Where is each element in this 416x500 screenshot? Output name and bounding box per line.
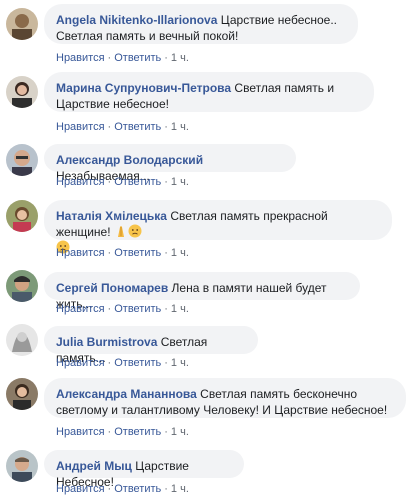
avatar[interactable]	[6, 378, 38, 410]
avatar[interactable]	[6, 450, 38, 482]
reply-button[interactable]: Ответить	[114, 247, 161, 259]
comment-time[interactable]: 1 ч.	[171, 121, 189, 133]
comment-author[interactable]: Сергей Пономарев	[56, 281, 168, 295]
comment-author[interactable]: Марина Супрунович-Петрова	[56, 81, 231, 95]
reply-button[interactable]: Ответить	[114, 303, 161, 315]
comment-author[interactable]: Наталія Хмілецька	[56, 209, 167, 223]
comment-bubble: Андрей Мыц Царствие Небесное!	[44, 450, 244, 489]
like-button[interactable]: Нравится	[56, 176, 105, 188]
comment-actions: Нравится · Ответить · 1 ч.	[56, 303, 189, 315]
reply-button[interactable]: Ответить	[114, 483, 161, 495]
comment-author[interactable]: Андрей Мыц	[56, 459, 132, 473]
like-button[interactable]: Нравится	[56, 247, 105, 259]
comment-actions: Нравится · Ответить · 1 ч.	[56, 247, 189, 259]
comment-actions: Нравится · Ответить · 1 ч.	[56, 357, 189, 369]
comment-bubble: Александр Володарский Незабываемая...	[44, 144, 296, 183]
comment-author[interactable]: Александр Володарский	[56, 153, 203, 167]
comment-time[interactable]: 1 ч.	[171, 303, 189, 315]
comment-author[interactable]: Julia Burmistrova	[56, 335, 157, 349]
comment-actions: Нравится · Ответить · 1 ч.	[56, 121, 189, 133]
like-button[interactable]: Нравится	[56, 357, 105, 369]
reply-button[interactable]: Ответить	[114, 426, 161, 438]
comment-time[interactable]: 1 ч.	[171, 176, 189, 188]
avatar[interactable]	[6, 8, 38, 40]
comment-bubble: Наталія Хмілецька Светлая память прекрас…	[44, 200, 392, 254]
avatar[interactable]	[6, 200, 38, 232]
comment-actions: Нравится · Ответить · 1 ч.	[56, 426, 189, 438]
sad-face-icon	[128, 224, 142, 238]
like-button[interactable]: Нравится	[56, 303, 105, 315]
reply-button[interactable]: Ответить	[114, 176, 161, 188]
avatar[interactable]	[6, 324, 38, 356]
like-button[interactable]: Нравится	[56, 426, 105, 438]
comment-time[interactable]: 1 ч.	[171, 357, 189, 369]
reply-button[interactable]: Ответить	[114, 52, 161, 64]
comment-time[interactable]: 1 ч.	[171, 483, 189, 495]
comment-actions: Нравится · Ответить · 1 ч.	[56, 483, 189, 495]
comment-time[interactable]: 1 ч.	[171, 52, 189, 64]
like-button[interactable]: Нравится	[56, 121, 105, 133]
avatar[interactable]	[6, 270, 38, 302]
comment-bubble: Julia Burmistrova Светлая память...	[44, 326, 258, 365]
reply-button[interactable]: Ответить	[114, 357, 161, 369]
like-button[interactable]: Нравится	[56, 483, 105, 495]
comment-bubble: Angela Nikitenko-Illarionova Царствие не…	[44, 4, 358, 44]
comment-actions: Нравится · Ответить · 1 ч.	[56, 52, 189, 64]
avatar[interactable]	[6, 76, 38, 108]
comment-actions: Нравится · Ответить · 1 ч.	[56, 176, 189, 188]
folded-hands-icon	[117, 226, 124, 237]
comment-time[interactable]: 1 ч.	[171, 247, 189, 259]
comment-bubble: Александра Мананнова Светлая память беск…	[44, 378, 406, 418]
comment-author[interactable]: Александра Мананнова	[56, 387, 197, 401]
comment-bubble: Сергей Пономарев Лена в памяти нашей буд…	[44, 272, 360, 311]
comment-time[interactable]: 1 ч.	[171, 426, 189, 438]
reply-button[interactable]: Ответить	[114, 121, 161, 133]
comment-bubble: Марина Супрунович-Петрова Светлая память…	[44, 72, 374, 112]
comment-author[interactable]: Angela Nikitenko-Illarionova	[56, 13, 217, 27]
like-button[interactable]: Нравится	[56, 52, 105, 64]
avatar[interactable]	[6, 144, 38, 176]
